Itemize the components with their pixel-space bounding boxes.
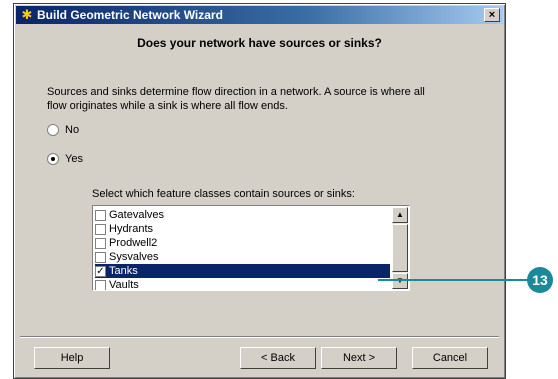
callout-leader-line (378, 279, 530, 281)
step-callout-badge: 13 (527, 267, 553, 293)
list-item[interactable]: Hydrants (95, 222, 390, 236)
checkbox[interactable] (95, 209, 106, 221)
radio-no-label: No (65, 124, 80, 136)
window-title: Build Geometric Network Wizard (37, 8, 223, 22)
radio-yes[interactable]: Yes (47, 152, 83, 166)
checkbox[interactable] (95, 251, 106, 263)
list-item[interactable]: Gatevalves (95, 208, 390, 222)
checkbox[interactable] (95, 237, 106, 249)
list-item-label: Tanks (109, 265, 138, 277)
list-item[interactable]: Sysvalves (95, 250, 390, 264)
feature-class-listbox[interactable]: Gatevalves Hydrants Prodwell2 Sysvalves … (92, 205, 410, 291)
list-item[interactable]: Vaults (95, 278, 390, 291)
list-item-label: Vaults (109, 279, 139, 291)
description-text: Sources and sinks determine flow directi… (47, 86, 425, 112)
checkbox[interactable] (95, 279, 106, 290)
title-bar[interactable]: ✱ Build Geometric Network Wizard × (16, 6, 503, 24)
list-item-label: Hydrants (109, 223, 154, 235)
back-button[interactable]: < Back (240, 347, 316, 369)
next-button[interactable]: Next > (321, 347, 397, 369)
radio-yes-circle[interactable] (47, 153, 59, 165)
wizard-icon: ✱ (21, 7, 33, 22)
list-item-label: Prodwell2 (109, 237, 158, 249)
wizard-window: ✱ Build Geometric Network Wizard × Does … (13, 3, 506, 379)
list-item[interactable]: Prodwell2 (95, 236, 390, 250)
scroll-up-arrow-icon[interactable]: ▲ (392, 207, 408, 223)
close-button[interactable]: × (484, 8, 500, 22)
page-heading: Does your network have sources or sinks? (137, 36, 382, 50)
list-scrollbar[interactable]: ▲ ▼ (392, 207, 408, 289)
scroll-thumb[interactable] (392, 224, 408, 272)
radio-no-circle[interactable] (47, 124, 59, 136)
scroll-down-arrow-icon[interactable]: ▼ (392, 273, 408, 289)
radio-yes-label: Yes (65, 153, 83, 165)
feature-class-list-label: Select which feature classes contain sou… (92, 188, 355, 200)
checkbox-checked[interactable]: ✓ (95, 265, 106, 277)
list-item-selected[interactable]: ✓ Tanks (95, 264, 390, 278)
list-item-label: Gatevalves (109, 209, 165, 221)
cancel-button[interactable]: Cancel (412, 347, 488, 369)
radio-no[interactable]: No (47, 123, 79, 137)
list-item-label: Sysvalves (109, 251, 159, 263)
button-separator (20, 336, 499, 338)
checkbox[interactable] (95, 223, 106, 235)
help-button[interactable]: Help (34, 347, 110, 369)
